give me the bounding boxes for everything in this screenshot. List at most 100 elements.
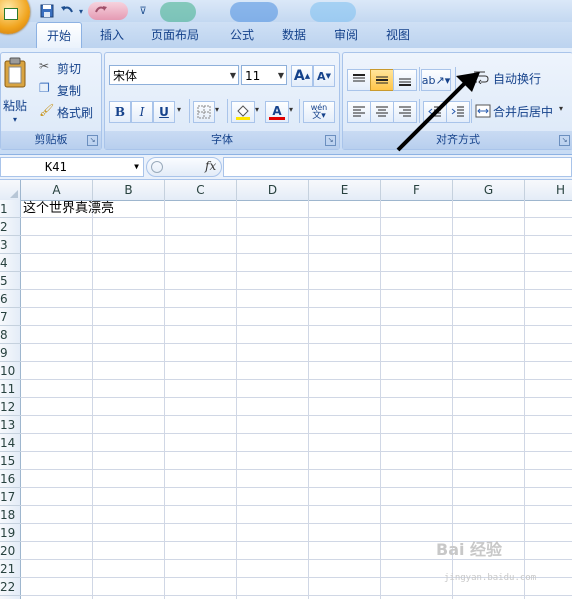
row-header-19[interactable]: 19 [0,524,21,542]
copy-button[interactable]: ❐ 复制 [39,81,99,99]
row-header-10[interactable]: 10 [0,362,21,380]
divider [189,99,190,123]
cut-label: 剪切 [57,62,82,76]
font-launcher-icon[interactable]: ↘ [325,135,336,146]
customize-icon[interactable]: ⊽ [134,2,152,20]
paste-label: 粘贴 [3,99,28,113]
tab-insert[interactable]: 插入 [92,22,132,48]
scissors-icon: ✂ [39,59,50,73]
tab-formulas[interactable]: 公式 [222,22,262,48]
cut-button[interactable]: ✂ 剪切 [39,59,99,77]
row-header-14[interactable]: 14 [0,434,21,452]
format-painter-button[interactable]: 🖌 格式刷 [39,103,99,121]
phonetic-guide-icon: 文▾ [312,111,326,121]
borders-dropdown-icon[interactable]: ▾ [215,105,219,114]
align-left-button[interactable] [347,101,371,123]
alignment-launcher-icon[interactable]: ↘ [559,135,570,146]
expand-icon[interactable] [151,161,163,173]
column-header-b[interactable]: B [93,180,165,200]
undo-dropdown-icon[interactable]: ▾ [76,2,86,20]
font-name-combo[interactable]: 宋体 ▼ [109,65,239,85]
row-header-5[interactable]: 5 [0,272,21,290]
chevron-down-icon: ▼ [277,71,284,80]
column-header-a[interactable]: A [21,180,93,200]
tab-data[interactable]: 数据 [274,22,314,48]
row-header-15[interactable]: 15 [0,452,21,470]
name-box-value: K41 [45,160,67,174]
row-header-1[interactable]: 1 [0,200,21,218]
column-header-c[interactable]: C [165,180,237,200]
row-header-18[interactable]: 18 [0,506,21,524]
formula-bar: K41 ▼ fx [0,155,572,180]
font-color-dropdown-icon[interactable]: ▾ [289,105,293,114]
row-header-2[interactable]: 2 [0,218,21,236]
row-header-12[interactable]: 12 [0,398,21,416]
watermark-logo: Bai 经验 [436,540,503,559]
annotation-arrow-icon [396,72,480,152]
insert-function-icon[interactable]: fx [205,159,216,173]
row-header-6[interactable]: 6 [0,290,21,308]
underline-dropdown-icon[interactable]: ▾ [177,105,181,114]
shrink-font-button[interactable]: A ▼ [313,65,335,87]
column-headers: ABCDEFGH [0,180,572,201]
borders-button[interactable] [193,101,215,123]
row-header-16[interactable]: 16 [0,470,21,488]
save-icon[interactable] [38,2,56,20]
row-header-4[interactable]: 4 [0,254,21,272]
row-header-3[interactable]: 3 [0,236,21,254]
row-header-8[interactable]: 8 [0,326,21,344]
wrap-text-label: 自动换行 [493,72,542,86]
cell-a1[interactable]: 这个世界真漂亮 [23,200,114,218]
chevron-down-icon: ▼ [229,71,236,80]
row-header-22[interactable]: 22 [0,578,21,596]
clipboard-icon [4,57,26,88]
title-bar: ▾ ⊽ [0,0,572,34]
chevron-down-icon: ▼ [134,162,139,171]
grow-font-button[interactable]: A ▲ [291,65,313,87]
undo-icon[interactable] [58,2,76,20]
format-painter-label: 格式刷 [57,106,94,120]
fill-color-button[interactable] [231,101,255,123]
tab-view[interactable]: 视图 [378,22,418,48]
tab-review[interactable]: 审阅 [326,22,366,48]
function-button-group: fx [146,157,222,177]
font-size-value: 11 [245,69,261,83]
row-header-13[interactable]: 13 [0,416,21,434]
column-header-h[interactable]: H [525,180,572,200]
row-header-9[interactable]: 9 [0,344,21,362]
paste-button[interactable]: 粘贴 ▾ [3,57,29,131]
font-color-swatch [269,116,285,120]
column-header-g[interactable]: G [453,180,525,200]
top-align-icon [353,74,365,82]
italic-button[interactable]: I [131,101,153,123]
redo-button[interactable] [88,2,128,20]
row-header-21[interactable]: 21 [0,560,21,578]
row-header-20[interactable]: 20 [0,542,21,560]
row-header-17[interactable]: 17 [0,488,21,506]
formula-input[interactable] [223,157,572,177]
row-header-7[interactable]: 7 [0,308,21,326]
phonetic-guide-button[interactable]: wén 文▾ [303,101,335,123]
blurred-region [230,2,278,22]
top-align-button[interactable] [347,69,371,91]
clipboard-launcher-icon[interactable]: ↘ [87,135,98,146]
bold-button[interactable]: B [109,101,131,123]
name-box[interactable]: K41 ▼ [0,157,144,177]
borders-icon [197,105,211,119]
clipboard-group-label: 剪贴板 [1,131,101,149]
row-header-11[interactable]: 11 [0,380,21,398]
column-header-f[interactable]: F [381,180,453,200]
select-all-button[interactable] [0,180,21,200]
font-group: 宋体 ▼ 11 ▼ A▲ A▼ B I U ▾ ▾ ▾ A ▾ wén文▾ [104,52,340,150]
column-header-e[interactable]: E [309,180,381,200]
fill-color-dropdown-icon[interactable]: ▾ [255,105,259,114]
font-color-button[interactable]: A [265,101,289,123]
font-name-value: 宋体 [113,69,138,83]
paste-dropdown-icon: ▾ [13,115,18,124]
font-size-combo[interactable]: 11 ▼ [241,65,287,85]
column-header-d[interactable]: D [237,180,309,200]
tab-home[interactable]: 开始 [36,22,82,49]
tab-page-layout[interactable]: 页面布局 [144,22,206,48]
underline-button[interactable]: U [153,101,175,123]
font-group-label: 字体 [105,131,339,149]
